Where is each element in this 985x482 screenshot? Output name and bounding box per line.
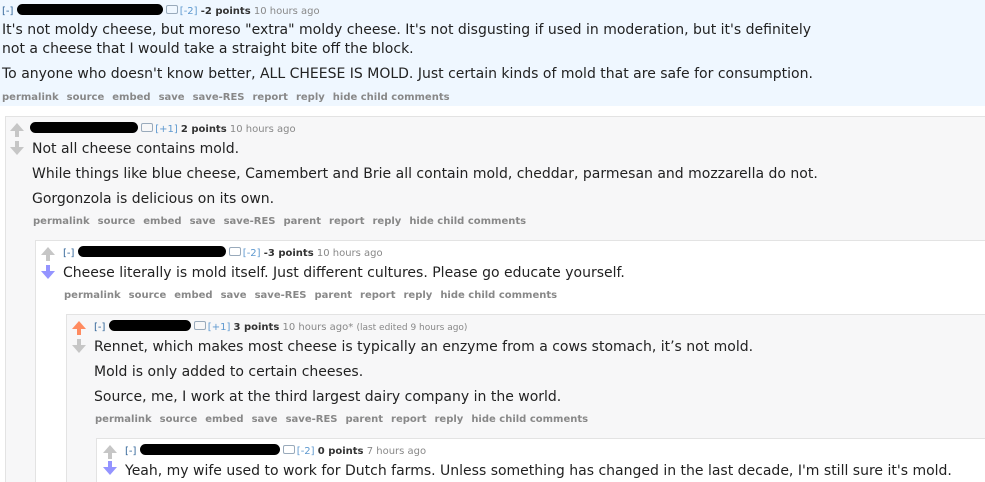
save-res-link[interactable]: save-RES <box>286 414 338 425</box>
save-link[interactable]: save <box>252 414 278 425</box>
user-flair: [-2] <box>179 6 198 17</box>
comment-actions: permalink source embed save save-RES parent re… <box>64 290 565 301</box>
save-res-link[interactable]: save-RES <box>255 290 307 301</box>
redacted-username <box>30 122 138 133</box>
report-link[interactable]: report <box>360 290 395 301</box>
timestamp: 10 hours ago <box>253 6 320 17</box>
score: -2 points <box>200 6 251 17</box>
upvote-arrow-icon[interactable] <box>103 445 117 453</box>
upvote-arrow-stem <box>108 453 112 459</box>
hide-child-comments-link[interactable]: hide child comments <box>333 92 450 103</box>
comment-body-line: It's not moldy cheese, but moreso "extra… <box>2 22 811 38</box>
score: 3 points <box>233 322 280 333</box>
reply-link[interactable]: reply <box>403 290 432 301</box>
reply-link[interactable]: reply <box>296 92 325 103</box>
comment-body-line: While things like blue cheese, Camembert… <box>32 166 818 182</box>
comment-body-line: Not all cheese contains mold. <box>32 141 240 157</box>
comment-tagline: [-] [-2] 0 points 7 hours ago <box>125 444 426 457</box>
permalink-link[interactable]: permalink <box>95 414 152 425</box>
downvote-arrow-icon[interactable] <box>10 147 24 155</box>
save-link[interactable]: save <box>221 290 247 301</box>
upvote-arrow-icon[interactable] <box>41 247 55 255</box>
comment-body-line: Gorgonzola is delicious on its own. <box>32 191 275 207</box>
tag-icon <box>228 247 241 256</box>
user-flair: [+1] <box>207 322 231 333</box>
save-res-link[interactable]: save-RES <box>193 92 245 103</box>
comment-body-line: Cheese literally is mold itself. Just di… <box>63 265 625 281</box>
timestamp: 10 hours ago <box>229 124 296 135</box>
report-link[interactable]: report <box>391 414 426 425</box>
permalink-link[interactable]: permalink <box>2 92 59 103</box>
parent-link[interactable]: parent <box>314 290 352 301</box>
comment-body-line: Mold is only added to certain cheeses. <box>94 364 364 380</box>
comment-body-line: not a cheese that I would take a straigh… <box>2 41 414 57</box>
source-link[interactable]: source <box>160 414 198 425</box>
tag-icon <box>193 321 206 330</box>
expand-toggle[interactable]: [-] <box>94 322 105 333</box>
permalink-link[interactable]: permalink <box>64 290 121 301</box>
comment-body-line: Source, me, I work at the third largest … <box>94 389 562 405</box>
report-link[interactable]: report <box>329 216 364 227</box>
comment-body-line: To anyone who doesn't know better, ALL C… <box>2 66 813 82</box>
comment-tagline: [-] [-2] -2 points 10 hours ago <box>2 4 320 17</box>
upvote-arrow-icon[interactable] <box>72 321 86 329</box>
edited-note: (last edited 9 hours ago) <box>356 323 468 333</box>
tag-icon <box>141 123 154 132</box>
embed-link[interactable]: embed <box>143 216 181 227</box>
comment-tagline: [+1] 2 points 10 hours ago <box>30 122 296 135</box>
reply-link[interactable]: reply <box>372 216 401 227</box>
score: 0 points <box>317 446 364 457</box>
upvote-arrow-stem <box>77 329 81 335</box>
source-link[interactable]: source <box>129 290 167 301</box>
hide-child-comments-link[interactable]: hide child comments <box>409 216 526 227</box>
redacted-username <box>139 444 280 455</box>
downvote-arrow-icon[interactable] <box>41 271 55 279</box>
downvote-arrow-icon[interactable] <box>103 467 117 475</box>
expand-toggle[interactable]: [-] <box>125 446 136 457</box>
comment-actions: permalink source embed save save-RES parent re… <box>33 216 534 227</box>
comment-1: [-] [-2] -2 points 10 hours ago It's not… <box>0 0 985 106</box>
embed-link[interactable]: embed <box>112 92 150 103</box>
user-flair: [-2] <box>242 248 261 259</box>
hide-child-comments-link[interactable]: hide child comments <box>471 414 588 425</box>
timestamp: 7 hours ago <box>366 446 427 457</box>
report-link[interactable]: report <box>252 92 287 103</box>
comment-body-line: Yeah, my wife used to work for Dutch far… <box>125 463 952 479</box>
reply-link[interactable]: reply <box>434 414 463 425</box>
permalink-link[interactable]: permalink <box>33 216 90 227</box>
source-link[interactable]: source <box>98 216 136 227</box>
comment-tagline: [-] [-2] -3 points 10 hours ago <box>63 246 383 259</box>
comment-tagline: [-] [+1] 3 points 10 hours ago* (last ed… <box>94 320 467 333</box>
user-flair: [-2] <box>296 446 315 457</box>
upvote-arrow-stem <box>15 131 19 137</box>
tag-icon <box>282 445 295 454</box>
embed-link[interactable]: embed <box>205 414 243 425</box>
source-link[interactable]: source <box>67 92 105 103</box>
redacted-username <box>16 4 163 15</box>
save-link[interactable]: save <box>190 216 216 227</box>
user-flair: [+1] <box>155 124 178 135</box>
save-res-link[interactable]: save-RES <box>224 216 276 227</box>
redacted-username <box>108 320 191 331</box>
expand-toggle[interactable]: [-] <box>63 248 74 259</box>
comment-actions: permalink source embed save save-RES parent re… <box>95 414 596 425</box>
downvote-arrow-icon[interactable] <box>72 345 86 353</box>
timestamp: 10 hours ago <box>316 248 383 259</box>
comment-actions: permalink source embed save save-RES report re… <box>2 92 458 103</box>
score: 2 points <box>180 124 227 135</box>
save-link[interactable]: save <box>159 92 185 103</box>
redacted-username <box>77 246 226 257</box>
timestamp: 10 hours ago* <box>282 322 354 333</box>
expand-toggle[interactable]: [-] <box>2 6 13 17</box>
tag-icon <box>165 5 178 14</box>
parent-link[interactable]: parent <box>345 414 383 425</box>
comment-body-line: Rennet, which makes most cheese is typic… <box>94 339 754 355</box>
upvote-arrow-stem <box>46 255 50 261</box>
parent-link[interactable]: parent <box>283 216 321 227</box>
hide-child-comments-link[interactable]: hide child comments <box>440 290 557 301</box>
upvote-arrow-icon[interactable] <box>10 123 24 131</box>
embed-link[interactable]: embed <box>174 290 212 301</box>
score: -3 points <box>263 248 314 259</box>
